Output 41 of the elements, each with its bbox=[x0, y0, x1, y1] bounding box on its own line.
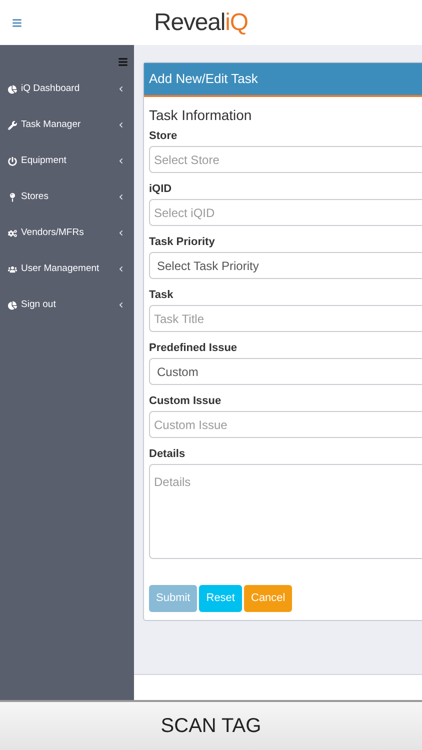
select-field[interactable]: Custom bbox=[149, 358, 422, 385]
sidebar-item[interactable]: Sign out bbox=[0, 287, 134, 323]
scan-tag-button[interactable]: SCAN TAG bbox=[0, 700, 422, 750]
field-label: iQID bbox=[149, 182, 173, 196]
pie-chart-icon bbox=[8, 300, 17, 310]
input-field[interactable]: Custom Issue bbox=[149, 411, 422, 438]
card-header: Add New/Edit Task bbox=[144, 63, 422, 97]
power-icon bbox=[8, 156, 17, 166]
sidebar-item[interactable]: Task Manager bbox=[0, 107, 134, 143]
chevron-icon bbox=[118, 86, 124, 92]
textarea-field[interactable]: Details bbox=[149, 464, 422, 559]
pie-chart-icon bbox=[8, 84, 17, 94]
input-field[interactable]: Task Title bbox=[149, 305, 422, 332]
users-icon bbox=[8, 264, 17, 274]
field-label: Predefined Issue bbox=[149, 341, 238, 355]
chevron-icon bbox=[118, 302, 124, 308]
input-field[interactable]: Select Store bbox=[149, 146, 422, 173]
logo: RevealiQ bbox=[154, 10, 248, 34]
gears-icon bbox=[8, 228, 17, 238]
chevron-icon bbox=[118, 266, 124, 272]
sidebar-item[interactable]: Vendors/MFRs bbox=[0, 215, 134, 251]
chevron-icon bbox=[118, 194, 124, 200]
field-label: Custom Issue bbox=[149, 394, 222, 408]
chevron-icon bbox=[118, 122, 124, 128]
field-label: Task Priority bbox=[149, 235, 216, 249]
chevron-icon bbox=[118, 230, 124, 236]
select-field[interactable]: Select Task Priority bbox=[149, 252, 422, 279]
input-field[interactable]: Select iQID bbox=[149, 199, 422, 226]
sidebar-item[interactable]: User Management bbox=[0, 251, 134, 287]
menu-icon[interactable] bbox=[12, 18, 22, 28]
sidebar-item[interactable]: iQ Dashboard bbox=[0, 71, 134, 107]
field-label: Task bbox=[149, 288, 174, 302]
wrench-icon bbox=[8, 120, 17, 130]
chevron-icon bbox=[118, 158, 124, 164]
field-label: Store bbox=[149, 129, 178, 143]
sidebar-item[interactable]: Stores bbox=[0, 179, 134, 215]
field-label: Details bbox=[149, 447, 186, 461]
pin-icon bbox=[8, 192, 17, 202]
sidebar-item[interactable]: Equipment bbox=[0, 143, 134, 179]
menu-icon[interactable] bbox=[118, 57, 128, 67]
section-title: Task Information bbox=[149, 106, 253, 125]
